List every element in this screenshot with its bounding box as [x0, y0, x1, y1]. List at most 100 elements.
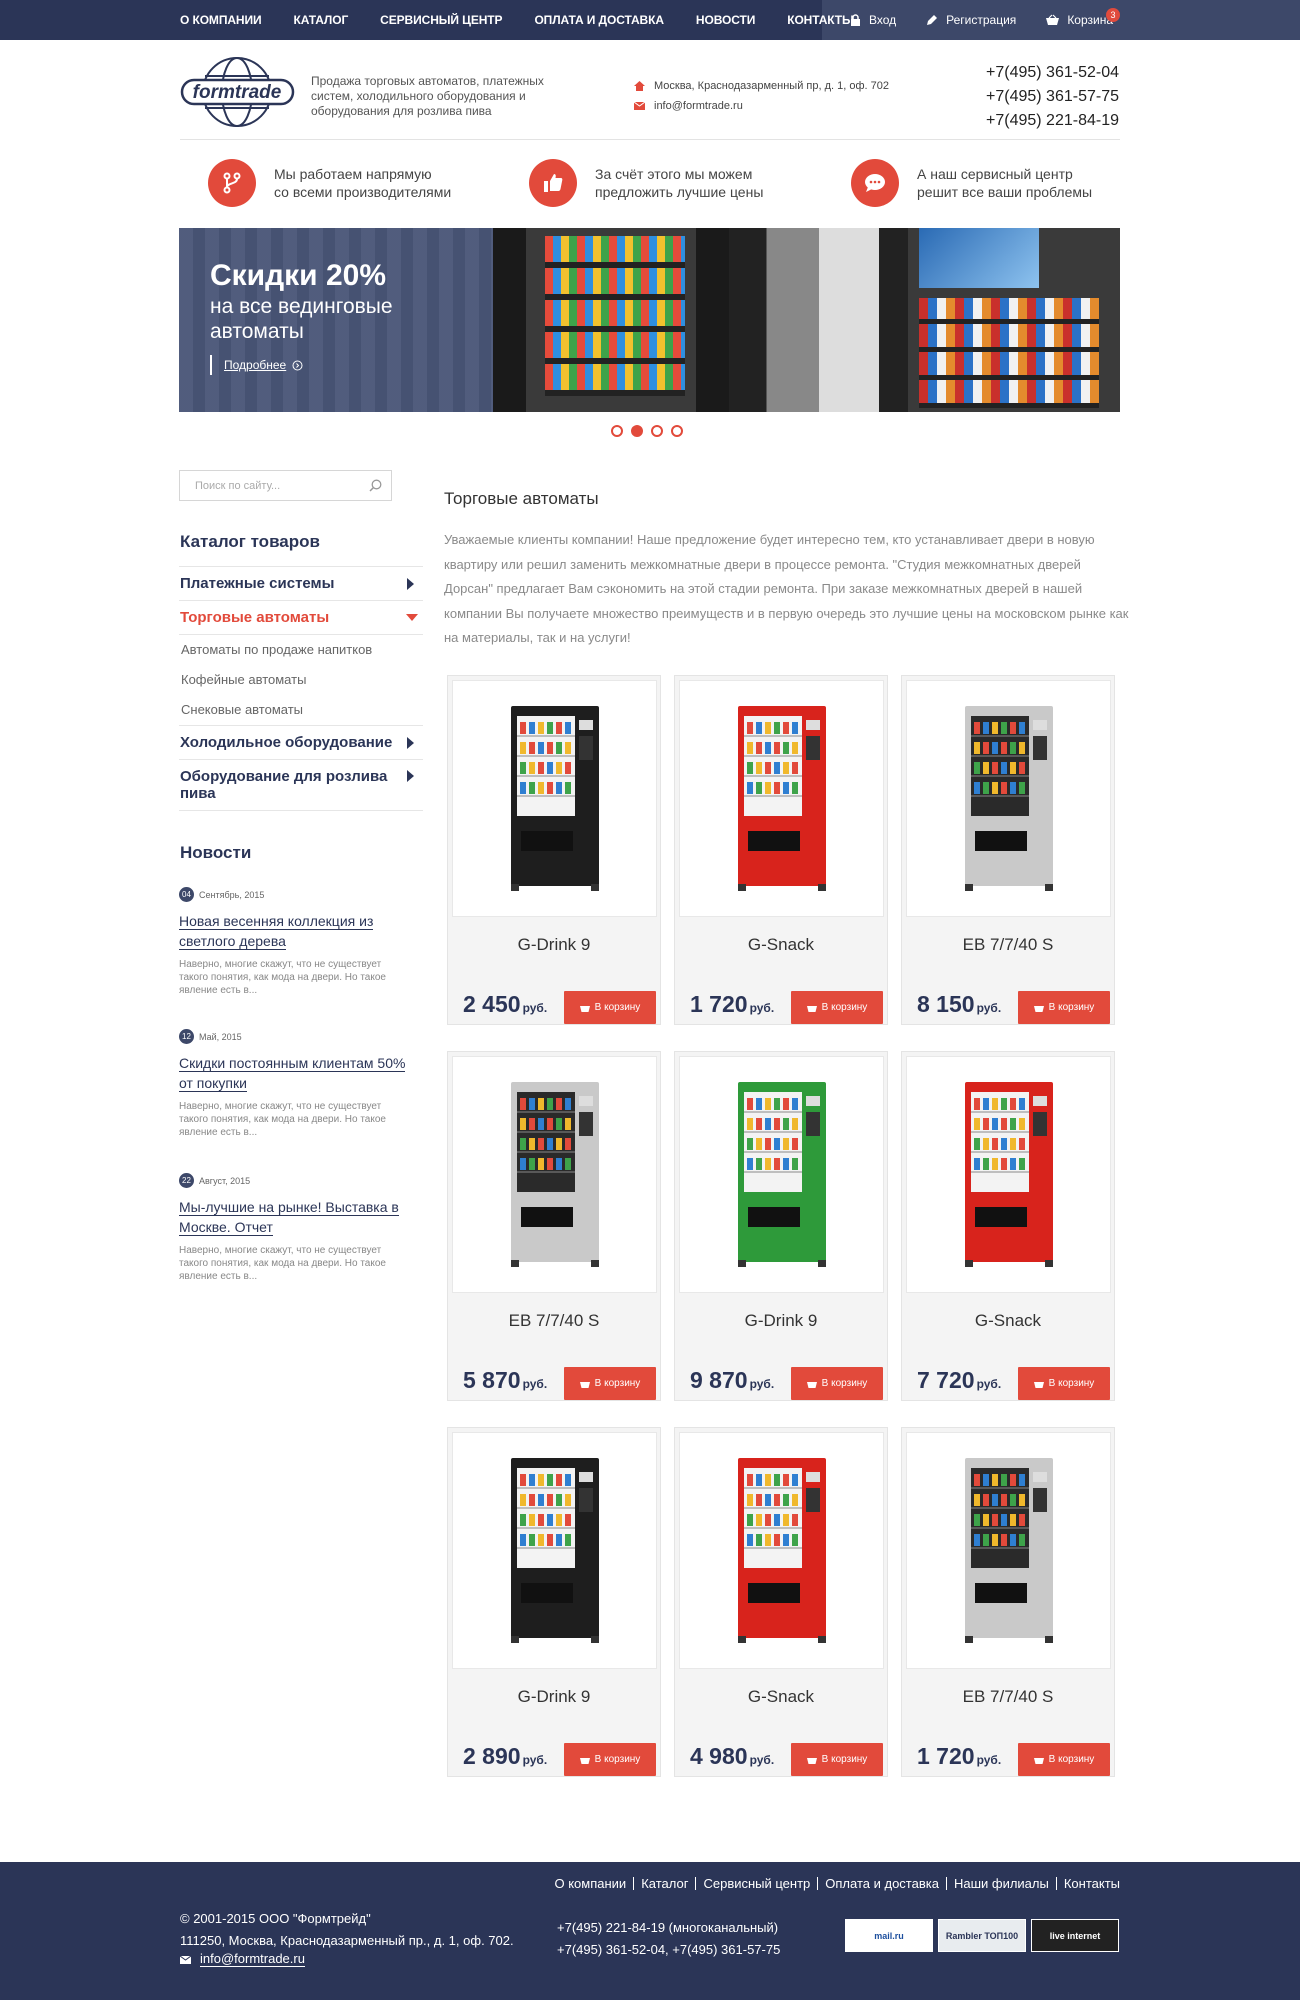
price-currency: руб. — [749, 1001, 775, 1015]
add-to-cart-button[interactable]: В корзину — [564, 991, 656, 1024]
product-name[interactable]: G-Drink 9 — [448, 1687, 660, 1707]
nav-news[interactable]: НОВОСТИ — [696, 13, 755, 27]
footer-link-catalog[interactable]: Каталог — [634, 1877, 697, 1890]
product-card[interactable]: G-Drink 9 2 450 руб. В корзину — [447, 675, 661, 1025]
top-nav: О КОМПАНИИ КАТАЛОГ СЕРВИСНЫЙ ЦЕНТР ОПЛАТ… — [180, 0, 854, 40]
add-to-cart-button[interactable]: В корзину — [564, 1743, 656, 1776]
catalog-title: Каталог товаров — [180, 532, 320, 551]
product-image[interactable] — [679, 680, 884, 917]
product-name[interactable]: EB 7/7/40 S — [902, 1687, 1114, 1707]
slider-dot[interactable] — [611, 425, 623, 437]
product-card[interactable]: G-Snack 1 720 руб. В корзину — [674, 675, 888, 1025]
add-to-cart-label: В корзину — [821, 1378, 868, 1389]
product-image[interactable] — [679, 1432, 884, 1669]
footer-nav: О компании Каталог Сервисный центр Оплат… — [548, 1877, 1120, 1890]
footer-email[interactable]: info@formtrade.ru — [200, 1952, 305, 1967]
add-to-cart-button[interactable]: В корзину — [1018, 1743, 1110, 1776]
envelope-icon — [634, 102, 645, 110]
catalog-sub-drinks[interactable]: Автоматы по продаже напитков — [179, 634, 423, 665]
phone-2[interactable]: +7(495) 361-57-75 — [986, 85, 1119, 109]
product-name[interactable]: EB 7/7/40 S — [448, 1311, 660, 1331]
phone-1[interactable]: +7(495) 361-52-04 — [986, 61, 1119, 85]
catalog-sub-coffee[interactable]: Кофейные автоматы — [179, 665, 423, 695]
banner-more-link[interactable]: Подробнее — [210, 355, 303, 375]
nav-service[interactable]: СЕРВИСНЫЙ ЦЕНТР — [380, 13, 502, 27]
nav-delivery[interactable]: ОПЛАТА И ДОСТАВКА — [534, 13, 664, 27]
product-image[interactable] — [679, 1056, 884, 1293]
slider-dot[interactable] — [651, 425, 663, 437]
product-image[interactable] — [452, 1056, 657, 1293]
product-name[interactable]: G-Snack — [675, 935, 887, 955]
catalog-item-vending[interactable]: Торговые автоматы — [179, 600, 423, 634]
news-date: Сентябрь, 2015 — [199, 889, 265, 900]
footer-phone-2[interactable]: +7(495) 361-52-04, +7(495) 361-57-75 — [557, 1939, 780, 1961]
catalog-item-beer[interactable]: Оборудование для розлива пива — [179, 759, 423, 811]
add-to-cart-button[interactable]: В корзину — [564, 1367, 656, 1400]
footer-link-about[interactable]: О компании — [548, 1877, 635, 1890]
add-to-cart-button[interactable]: В корзину — [791, 1367, 883, 1400]
add-to-cart-button[interactable]: В корзину — [791, 991, 883, 1024]
news-headline[interactable]: Скидки постоянным клиентам 50% от покупк… — [179, 1053, 409, 1093]
basket-icon — [806, 1758, 817, 1764]
catalog-item-refrigeration[interactable]: Холодильное оборудование — [179, 725, 423, 759]
register-link[interactable]: Регистрация — [926, 13, 1016, 27]
catalog-item-payment-systems[interactable]: Платежные системы — [179, 566, 423, 600]
nav-catalog[interactable]: КАТАЛОГ — [294, 13, 349, 27]
feature-service: А наш сервисный центр решит все ваши проб… — [851, 159, 1092, 207]
product-name[interactable]: G-Drink 9 — [675, 1311, 887, 1331]
product-image[interactable] — [452, 680, 657, 917]
add-to-cart-button[interactable]: В корзину — [1018, 991, 1110, 1024]
counter-mailru[interactable]: mail.ru — [845, 1919, 933, 1952]
feature-service-line2: решит все ваши проблемы — [917, 184, 1093, 200]
product-card[interactable]: EB 7/7/40 S 5 870 руб. В корзину — [447, 1051, 661, 1401]
phone-3[interactable]: +7(495) 221-84-19 — [986, 109, 1119, 133]
add-to-cart-button[interactable]: В корзину — [1018, 1367, 1110, 1400]
slider-dot-active[interactable] — [631, 425, 643, 437]
login-link[interactable]: Вход — [850, 13, 896, 27]
slider-dot[interactable] — [671, 425, 683, 437]
product-name[interactable]: EB 7/7/40 S — [902, 935, 1114, 955]
nav-contacts[interactable]: КОНТАКТЫ — [787, 13, 854, 27]
vending-machine-icon — [964, 1082, 1053, 1267]
site-search-input[interactable]: Поиск по сайту... — [179, 470, 392, 501]
product-card[interactable]: EB 7/7/40 S 1 720 руб. В корзину — [901, 1427, 1115, 1777]
product-card[interactable]: G-Drink 9 9 870 руб. В корзину — [674, 1051, 888, 1401]
feature-prices: За счёт этого мы можем предложить лучшие … — [529, 159, 763, 207]
news-item: 04 Сентябрь, 2015 Новая весенняя коллекци… — [179, 887, 409, 997]
nav-about[interactable]: О КОМПАНИИ — [180, 13, 262, 27]
add-to-cart-label: В корзину — [594, 1378, 641, 1389]
product-card[interactable]: G-Drink 9 2 890 руб. В корзину — [447, 1427, 661, 1777]
product-card[interactable]: EB 7/7/40 S 8 150 руб. В корзину — [901, 675, 1115, 1025]
product-image[interactable] — [452, 1432, 657, 1669]
counter-rambler[interactable]: Rambler ТОП100 — [938, 1919, 1026, 1952]
news-headline[interactable]: Новая весенняя коллекция из светлого дер… — [179, 911, 409, 951]
branch-icon — [208, 159, 256, 207]
product-card[interactable]: G-Snack 7 720 руб. В корзину — [901, 1051, 1115, 1401]
logo[interactable]: formtrade — [180, 56, 295, 128]
product-card[interactable]: G-Snack 4 980 руб. В корзину — [674, 1427, 888, 1777]
footer-link-contacts[interactable]: Контакты — [1057, 1877, 1120, 1890]
cart-link[interactable]: Корзина — [1046, 13, 1113, 27]
footer-phone-1[interactable]: +7(495) 221-84-19 (многоканальный) — [557, 1917, 780, 1939]
footer-link-service[interactable]: Сервисный центр — [696, 1877, 819, 1890]
product-name[interactable]: G-Drink 9 — [448, 935, 660, 955]
header-email[interactable]: info@formtrade.ru — [654, 96, 743, 116]
add-to-cart-label: В корзину — [594, 1754, 641, 1765]
news-excerpt: Наверно, многие скажут, что не существуе… — [179, 959, 386, 996]
counter-liveinternet[interactable]: live internet — [1031, 1919, 1119, 1952]
add-to-cart-button[interactable]: В корзину — [791, 1743, 883, 1776]
footer-link-branches[interactable]: Наши филиалы — [947, 1877, 1057, 1890]
footer-address: 111250, Москва, Краснодазарменный пр., д… — [180, 1933, 514, 1948]
news-headline[interactable]: Мы-лучшие на рынке! Выставка в Москве. О… — [179, 1197, 409, 1237]
product-image[interactable] — [906, 1056, 1111, 1293]
product-image[interactable] — [906, 680, 1111, 917]
product-name[interactable]: G-Snack — [675, 1687, 887, 1707]
catalog-sub-snack[interactable]: Снековые автоматы — [179, 695, 423, 725]
product-name[interactable]: G-Snack — [902, 1311, 1114, 1331]
product-image[interactable] — [906, 1432, 1111, 1669]
search-icon[interactable] — [369, 479, 382, 492]
price-value: 1 720 — [917, 1743, 975, 1769]
register-label: Регистрация — [946, 13, 1017, 27]
footer-link-delivery[interactable]: Оплата и доставка — [818, 1877, 947, 1890]
promo-banner[interactable]: Скидки 20% на все вединговые автоматы По… — [179, 228, 1120, 412]
